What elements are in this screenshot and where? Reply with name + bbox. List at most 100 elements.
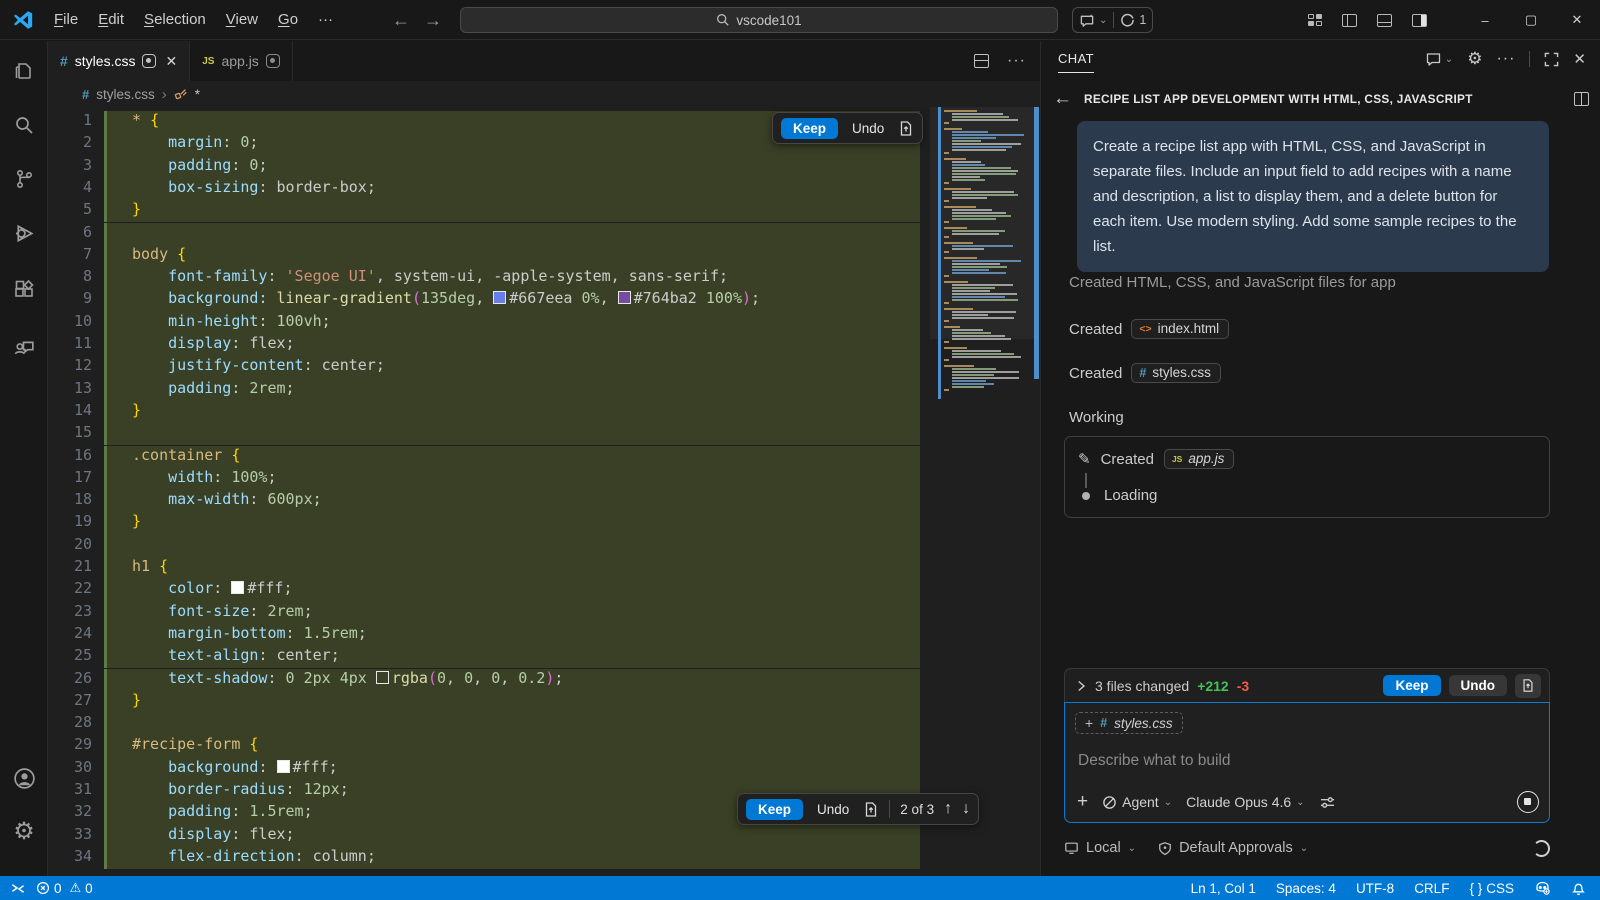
keep-button[interactable]: Keep [781,118,838,139]
close-tab-icon[interactable]: ✕ [165,53,177,70]
copilot-status[interactable] [1534,880,1551,896]
source-control-icon[interactable] [0,157,48,201]
chat-more-actions-icon[interactable]: ··· [1496,50,1515,68]
color-swatch[interactable] [231,581,244,594]
split-editor-icon[interactable] [974,54,989,68]
maximize-panel-icon[interactable] [1544,52,1559,67]
modified-indicator-icon[interactable] [266,54,280,68]
remote-icon [10,881,26,896]
line-number: 20 [48,535,92,557]
tab-label: app.js [221,53,258,69]
search-nav-icon[interactable] [0,103,48,147]
css-file-icon: # [60,53,68,69]
stop-generation-button[interactable] [1517,791,1539,813]
tab-styles-css[interactable]: # styles.css ✕ [48,41,190,81]
menu-file[interactable]: File [44,6,88,34]
problems-indicator[interactable]: 0 ⚠ 0 [36,880,93,896]
request-counter[interactable]: 1 [1120,13,1146,28]
code-editor[interactable]: 1234567891011121314151617181920212223242… [48,107,1040,876]
menu-edit[interactable]: Edit [88,6,134,34]
breadcrumb[interactable]: # styles.css › * [48,81,1040,107]
context-attachment-chip[interactable]: + # styles.css [1075,712,1183,734]
copilot-menu-button[interactable]: ⌄ [1079,13,1107,28]
menu-go[interactable]: Go [268,6,308,34]
chat-view-icon[interactable] [0,323,48,367]
breadcrumb-file[interactable]: styles.css [96,87,155,102]
tab-chat[interactable]: CHAT [1058,51,1094,73]
line-number: 28 [48,713,92,735]
indentation[interactable]: Spaces: 4 [1276,881,1336,896]
code-line: color: #fff; [104,579,920,601]
chat-settings-gear-icon[interactable]: ⚙ [1467,49,1482,69]
more-actions-icon[interactable]: ··· [1007,52,1026,70]
forward-arrow-icon[interactable]: → [424,10,442,31]
undo-all-button[interactable]: Undo [1449,675,1508,696]
previous-change-icon[interactable]: ↑ [944,800,952,818]
approvals-picker[interactable]: Default Approvals ⌄ [1158,840,1308,856]
customize-layout-icon[interactable] [1308,14,1322,26]
minimize-button[interactable]: – [1462,0,1508,40]
file-chip-styles-css[interactable]: # styles.css [1131,363,1220,383]
settings-gear-icon[interactable]: ⚙ [0,809,48,853]
color-swatch[interactable] [277,760,290,773]
code-line: display: flex; [104,825,920,847]
toggle-secondary-sidebar-icon[interactable] [1412,14,1427,27]
accounts-icon[interactable] [0,756,48,800]
toggle-panel-icon[interactable] [1377,14,1392,27]
language-mode[interactable]: { } CSS [1469,881,1514,896]
eol-sequence[interactable]: CRLF [1414,881,1449,896]
breadcrumb-symbol[interactable]: * [195,87,200,102]
explorer-icon[interactable] [0,49,48,93]
keep-all-button[interactable]: Keep [1383,675,1440,696]
agent-mode-icon [1102,795,1117,810]
tab-app-js[interactable]: JS app.js [190,41,293,81]
editor-group: # styles.css ✕ JS app.js ··· # styles.cs… [48,41,1040,876]
notifications-bell[interactable] [1571,881,1586,896]
menu-overflow[interactable]: ··· [308,6,343,34]
view-file-icon[interactable] [863,801,879,818]
color-swatch[interactable] [376,671,389,684]
encoding[interactable]: UTF-8 [1356,881,1394,896]
menu-selection[interactable]: Selection [134,6,216,34]
remote-indicator[interactable] [10,881,26,896]
cursor-position[interactable]: Ln 1, Col 1 [1191,881,1256,896]
chevron-right-icon[interactable] [1075,680,1087,692]
model-picker[interactable]: Claude Opus 4.6 ⌄ [1186,794,1304,810]
minimap[interactable] [930,107,1034,876]
line-number: 31 [48,780,92,802]
keep-button[interactable]: Keep [746,799,803,820]
color-swatch[interactable] [493,291,506,304]
line-number: 6 [48,223,92,245]
undo-button[interactable]: Undo [848,118,888,139]
command-center-search[interactable]: vscode101 [460,7,1058,33]
css-file-icon: # [1139,366,1146,380]
back-arrow-icon[interactable]: ← [392,10,410,31]
menu-view[interactable]: View [216,6,268,34]
run-debug-icon[interactable] [0,211,48,255]
color-swatch[interactable] [618,291,631,304]
maximize-button[interactable]: ▢ [1508,0,1554,40]
target-picker[interactable]: Local ⌄ [1064,840,1136,856]
next-change-icon[interactable]: ↓ [962,800,970,818]
mode-picker[interactable]: Agent ⌄ [1102,794,1172,810]
back-arrow-icon[interactable]: ← [1053,88,1072,110]
file-chip-index-html[interactable]: <> index.html [1131,319,1229,339]
modified-indicator-icon[interactable] [142,54,156,68]
attach-plus-icon[interactable]: + [1077,791,1088,813]
view-all-edits-button[interactable] [1515,674,1541,698]
loading-spinner-icon [1533,840,1550,857]
view-file-icon[interactable] [898,120,914,137]
new-chat-button[interactable]: ⌄ [1425,51,1453,67]
chat-input-box[interactable]: + # styles.css Describe what to build + … [1064,702,1550,823]
files-changed-summary[interactable]: 3 files changed [1095,678,1189,694]
open-in-editor-icon[interactable] [1574,92,1589,106]
line-number: 9 [48,289,92,311]
undo-button[interactable]: Undo [813,799,853,820]
toggle-primary-sidebar-icon[interactable] [1342,14,1357,27]
extensions-icon[interactable] [0,267,48,311]
file-chip-app-js[interactable]: JS app.js [1164,449,1234,469]
close-window-button[interactable]: ✕ [1554,0,1600,40]
close-panel-icon[interactable]: ✕ [1573,50,1586,68]
code-line: flex-direction: column; [104,847,920,869]
tools-sliders-icon[interactable] [1319,795,1336,810]
